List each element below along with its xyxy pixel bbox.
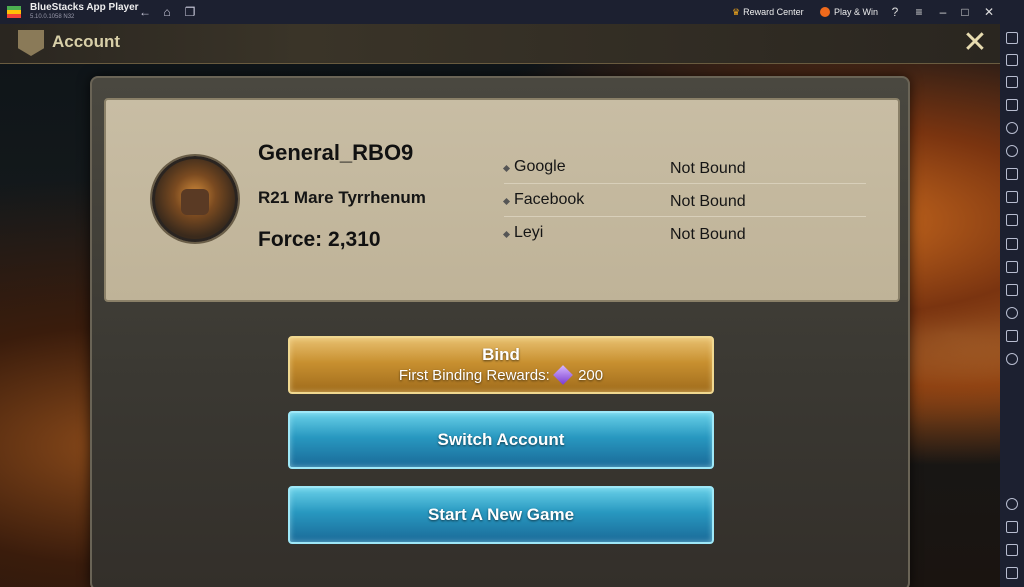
recent-apps-icon[interactable] — [1006, 567, 1018, 579]
gamepad-icon[interactable] — [1006, 168, 1018, 180]
account-title: Account — [52, 32, 120, 51]
start-new-game-label: Start A New Game — [427, 505, 575, 524]
close-window-icon[interactable]: ✕ — [982, 5, 996, 19]
bluestacks-logo-icon — [7, 6, 21, 18]
minimize-icon[interactable]: – — [936, 5, 950, 19]
bind-reward-text: First Binding Rewards: 200 — [290, 365, 712, 385]
android-home-icon[interactable] — [1006, 544, 1018, 556]
fullscreen-icon[interactable] — [1006, 32, 1018, 44]
title-bar: BlueStacks App Player 5.10.0.1058 N32 ← … — [0, 0, 1024, 24]
bullet-icon — [502, 164, 511, 173]
account-emblem-icon — [18, 30, 44, 56]
app-name: BlueStacks App Player — [30, 2, 139, 13]
maximize-icon[interactable]: □ — [958, 5, 972, 19]
account-dialog: General_RBO9 R21 Mare Tyrrhenum Force: 2… — [90, 76, 910, 587]
binding-provider: Google — [514, 158, 566, 175]
folder-icon[interactable] — [1006, 238, 1018, 250]
bind-reward-amount: 200 — [578, 367, 604, 384]
multi-instance-icon[interactable] — [1006, 261, 1018, 273]
binding-provider: Leyi — [514, 224, 544, 241]
refresh-icon[interactable] — [1006, 353, 1018, 365]
bind-button[interactable]: Bind First Binding Rewards: 200 — [288, 336, 714, 394]
bind-button-label: Bind — [482, 345, 520, 364]
avatar-portrait-icon — [181, 189, 209, 215]
layers-icon[interactable] — [1006, 330, 1018, 342]
switch-account-label: Switch Account — [437, 430, 565, 449]
close-icon[interactable]: ✕ — [960, 28, 990, 58]
location-icon[interactable] — [1006, 307, 1018, 319]
right-sidebar — [1000, 24, 1024, 587]
binding-status: Not Bound — [670, 226, 746, 243]
screenshot-icon[interactable] — [1006, 214, 1018, 226]
volume-icon[interactable] — [1006, 54, 1018, 66]
gem-icon — [553, 365, 573, 385]
app-version: 5.10.0.1058 N32 — [30, 14, 75, 20]
play-win-button[interactable]: Play & Win — [820, 0, 878, 24]
start-new-game-button[interactable]: Start A New Game — [288, 486, 714, 544]
binding-row-google: Google Not Bound — [502, 154, 866, 184]
help-icon[interactable]: ? — [888, 5, 902, 19]
reward-center-button[interactable]: ♛ Reward Center — [732, 0, 804, 24]
binding-row-leyi: Leyi Not Bound — [502, 220, 866, 250]
switch-account-button[interactable]: Switch Account — [288, 411, 714, 469]
player-force: Force: 2,310 — [258, 228, 381, 251]
crown-icon: ♛ — [732, 6, 741, 17]
keyboard-icon[interactable] — [1006, 99, 1018, 111]
menu-icon[interactable]: ≡ — [912, 5, 926, 19]
player-name: General_RBO9 — [258, 140, 414, 165]
player-server: R21 Mare Tyrrhenum — [258, 188, 426, 207]
play-win-label: Play & Win — [834, 7, 879, 17]
rotate-icon[interactable] — [1006, 122, 1018, 134]
bind-reward-label: First Binding Rewards: — [398, 367, 550, 384]
binding-provider: Facebook — [514, 191, 585, 208]
tabs-icon[interactable]: ❐ — [183, 5, 197, 19]
avatar[interactable] — [152, 156, 238, 242]
play-win-icon — [820, 7, 830, 17]
android-back-icon[interactable] — [1006, 521, 1018, 533]
player-info-panel: General_RBO9 R21 Mare Tyrrhenum Force: 2… — [104, 98, 900, 302]
binding-status: Not Bound — [670, 160, 746, 177]
account-header: Account ✕ — [0, 24, 1000, 64]
bullet-icon — [502, 230, 511, 239]
binding-row-facebook: Facebook Not Bound — [502, 187, 866, 217]
settings-icon[interactable] — [1006, 498, 1018, 510]
back-icon[interactable]: ← — [138, 5, 152, 19]
eco-mode-icon[interactable] — [1006, 284, 1018, 296]
binding-status: Not Bound — [670, 193, 746, 210]
reward-center-label: Reward Center — [743, 7, 804, 17]
game-viewport: Account ✕ General_RBO9 R21 Mare Tyrrhenu… — [0, 24, 1000, 587]
home-icon[interactable]: ⌂ — [160, 5, 174, 19]
bullet-icon — [502, 197, 511, 206]
macro-icon[interactable] — [1006, 191, 1018, 203]
media-icon[interactable] — [1006, 76, 1018, 88]
sync-icon[interactable] — [1006, 145, 1018, 157]
